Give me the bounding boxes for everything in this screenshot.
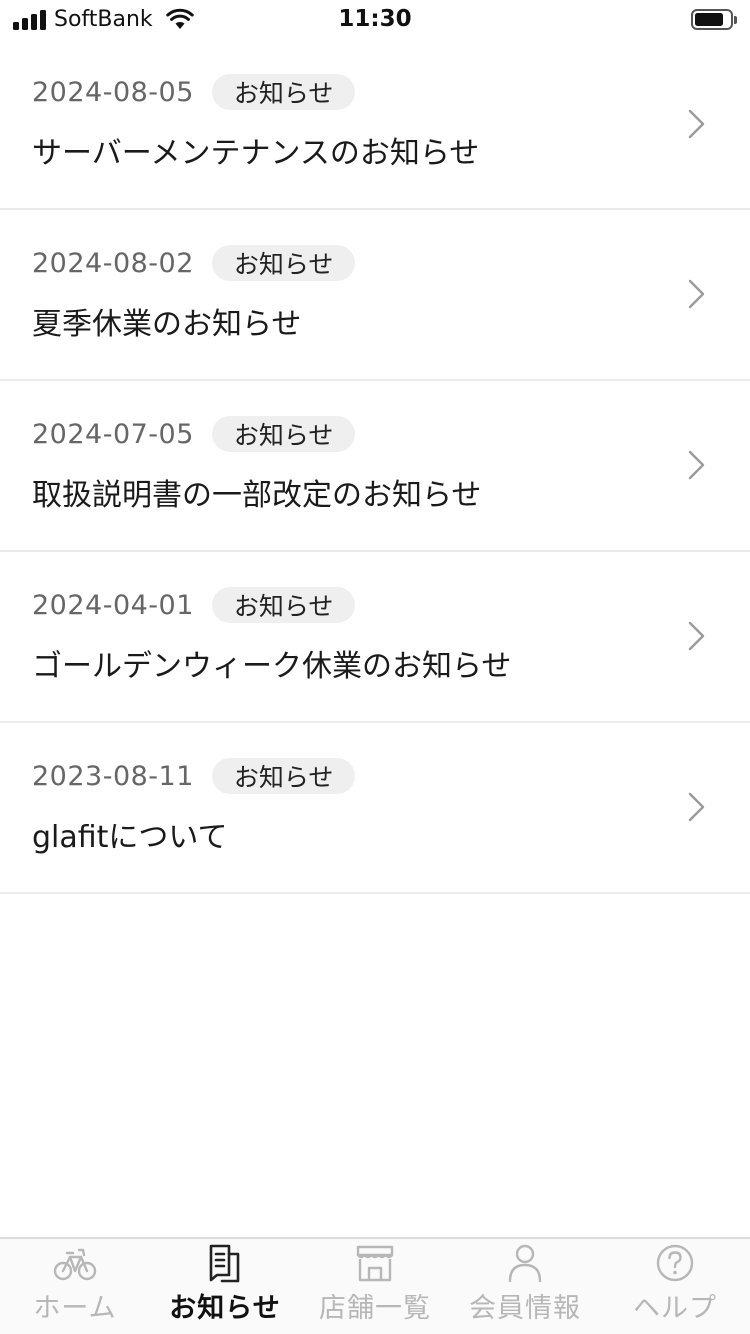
tab-home[interactable]: ホーム — [0, 1239, 150, 1334]
tab-label: お知らせ — [169, 1293, 281, 1324]
category-badge: お知らせ — [211, 758, 356, 794]
document-icon — [209, 1244, 240, 1283]
news-date: 2024-04-01 — [32, 589, 194, 621]
person-icon — [508, 1244, 542, 1283]
news-title: 取扱説明書の一部改定のお知らせ — [32, 478, 482, 513]
news-item[interactable]: 2024-08-02 お知らせ 夏季休業のお知らせ — [0, 210, 750, 381]
status-time: 11:30 — [338, 6, 412, 32]
battery-icon — [691, 9, 737, 31]
news-date: 2024-08-02 — [32, 247, 194, 279]
tab-bar: ホーム お知らせ 店舗一覧 会員情報 ヘルプ — [0, 1237, 750, 1334]
category-badge: お知らせ — [211, 74, 356, 110]
news-date: 2024-08-05 — [32, 76, 194, 108]
tab-label: ホーム — [33, 1293, 117, 1324]
category-badge: お知らせ — [211, 416, 356, 452]
bicycle-icon — [53, 1248, 97, 1281]
tab-label: ヘルプ — [633, 1293, 717, 1324]
news-title: 夏季休業のお知らせ — [32, 307, 302, 342]
store-icon — [356, 1245, 394, 1282]
chevron-right-icon — [688, 279, 705, 309]
category-badge: お知らせ — [211, 587, 356, 623]
tab-help[interactable]: ヘルプ — [600, 1239, 750, 1334]
help-icon — [656, 1244, 694, 1282]
news-item[interactable]: 2023-08-11 お知らせ glafitについて — [0, 723, 750, 894]
tab-label: 店舗一覧 — [319, 1293, 431, 1324]
news-item[interactable]: 2024-08-05 お知らせ サーバーメンテナンスのお知らせ — [0, 40, 750, 210]
news-list: 2024-08-05 お知らせ サーバーメンテナンスのお知らせ 2024-08-… — [0, 40, 750, 894]
news-date: 2024-07-05 — [32, 418, 194, 450]
news-title: サーバーメンテナンスのお知らせ — [32, 136, 480, 171]
news-title: ゴールデンウィーク休業のお知らせ — [32, 649, 512, 684]
tab-member[interactable]: 会員情報 — [450, 1239, 600, 1334]
category-badge: お知らせ — [211, 245, 356, 281]
chevron-right-icon — [688, 450, 705, 480]
chevron-right-icon — [688, 792, 705, 822]
news-item[interactable]: 2024-07-05 お知らせ 取扱説明書の一部改定のお知らせ — [0, 381, 750, 552]
chevron-right-icon — [688, 621, 705, 651]
status-bar: SoftBank 11:30 — [0, 0, 750, 40]
tab-label: 会員情報 — [469, 1293, 581, 1324]
news-item[interactable]: 2024-04-01 お知らせ ゴールデンウィーク休業のお知らせ — [0, 552, 750, 723]
chevron-right-icon — [688, 109, 705, 139]
news-date: 2023-08-11 — [32, 760, 194, 792]
news-title: glafitについて — [32, 820, 228, 855]
tab-news[interactable]: お知らせ — [150, 1239, 300, 1334]
tab-stores[interactable]: 店舗一覧 — [300, 1239, 450, 1334]
